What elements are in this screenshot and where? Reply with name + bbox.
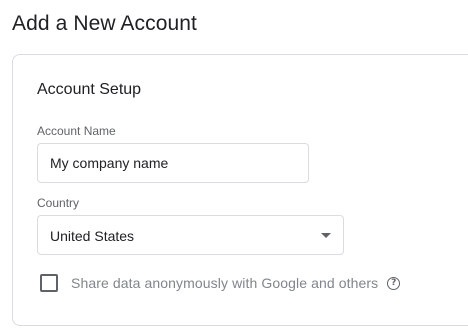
page-title: Add a New Account: [12, 12, 197, 35]
account-name-label: Account Name: [37, 124, 116, 138]
country-select[interactable]: United States: [37, 215, 344, 255]
share-data-checkbox[interactable]: [40, 274, 58, 292]
country-label: Country: [37, 196, 80, 210]
share-data-row: Share data anonymously with Google and o…: [40, 273, 401, 293]
country-selected-value: United States: [50, 228, 135, 244]
dropdown-arrow-icon: [321, 233, 331, 238]
card-title: Account Setup: [37, 81, 142, 98]
help-icon[interactable]: ?: [387, 276, 401, 290]
account-setup-card: Account Setup Account Name Country Unite…: [12, 54, 468, 326]
share-data-label[interactable]: Share data anonymously with Google and o…: [71, 275, 378, 291]
account-name-input[interactable]: [37, 143, 309, 183]
